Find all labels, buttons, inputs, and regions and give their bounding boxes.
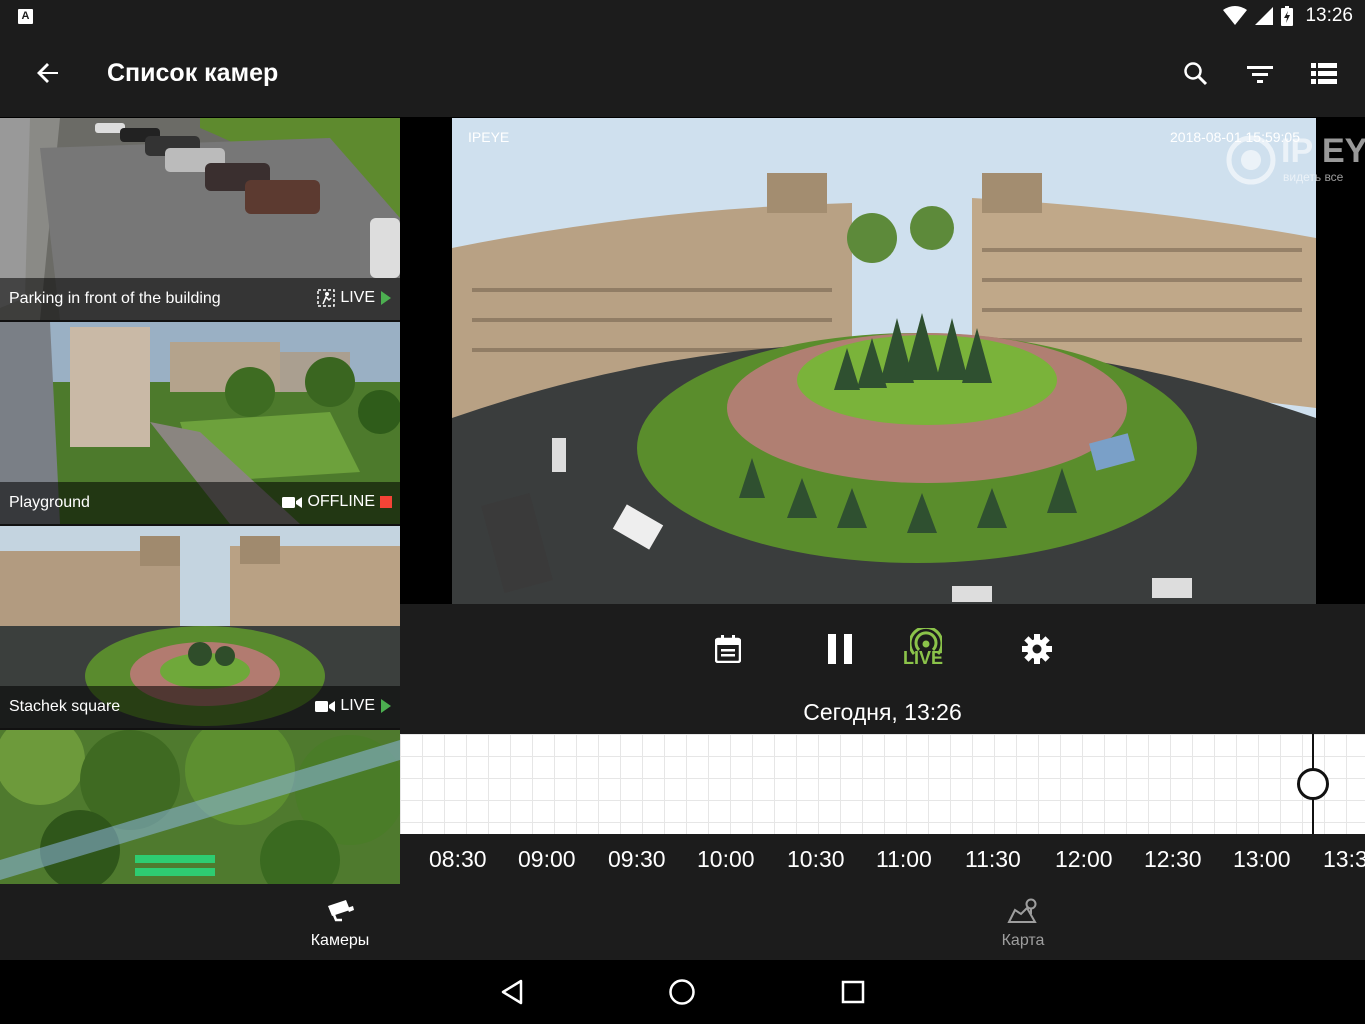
video-stream: [452, 118, 1316, 604]
camera-item-playground[interactable]: Playground OFFLINE: [0, 322, 400, 524]
filter-icon: [1247, 66, 1273, 83]
timeline-tick: 10:30: [787, 846, 845, 872]
system-recents-button[interactable]: [835, 974, 871, 1010]
timeline-ticks[interactable]: 08:30 09:00 09:30 10:00 10:30 11:00 11:3…: [400, 834, 1365, 884]
camera-name: Stachek square: [9, 698, 121, 715]
nav-tab-cameras[interactable]: Камеры: [240, 884, 440, 960]
square-recents-icon: [841, 980, 865, 1004]
player-controls: LIVE Сегодня, 13:26: [400, 604, 1365, 734]
timeline-track[interactable]: [400, 734, 1365, 834]
cell-signal-icon: [1255, 7, 1274, 25]
list-view-icon: [1311, 63, 1337, 84]
video-player[interactable]: IPEYE 2018-08-01 15:59:05 IP EYE видеть …: [400, 118, 1365, 604]
timeline-tick: 08:30: [429, 846, 487, 872]
motion-icon: [317, 289, 336, 307]
timeline-tick: 12:30: [1144, 846, 1202, 872]
wifi-icon: [1223, 6, 1248, 25]
map-icon: [1007, 898, 1037, 923]
pause-button[interactable]: [815, 624, 865, 674]
app-bar-actions: [1177, 55, 1343, 93]
camera-thumbnail: [0, 730, 400, 884]
status-bar: A 13:26: [0, 0, 1365, 33]
calendar-icon: [715, 635, 741, 663]
arrow-back-icon: [37, 63, 58, 83]
pause-icon: [828, 634, 852, 664]
camera-caption: Parking in front of the building LIVE: [0, 278, 400, 320]
ipeye-logo-text: IP EYE: [1281, 132, 1365, 170]
page-title: Список камер: [107, 59, 279, 87]
system-back-button[interactable]: [494, 974, 530, 1010]
clock: 13:26: [1305, 5, 1353, 26]
circle-home-icon: [669, 979, 695, 1005]
timeline-tick: 09:00: [518, 846, 576, 872]
timeline-tick: 11:30: [965, 846, 1021, 872]
app-bar: Список камер: [0, 33, 1365, 117]
ipeye-logo-subtext: видеть все: [1283, 170, 1344, 184]
back-button[interactable]: [28, 53, 68, 93]
timeline-playhead-handle[interactable]: [1297, 768, 1329, 800]
triangle-back-icon: [501, 979, 523, 1005]
list-view-button[interactable]: [1305, 55, 1343, 93]
search-button[interactable]: [1177, 55, 1215, 93]
nav-tab-map[interactable]: Карта: [923, 884, 1123, 960]
camera-status-label: LIVE: [340, 289, 375, 306]
offline-indicator-icon: [380, 496, 392, 508]
app-notification-icon: A: [18, 9, 33, 24]
status-icons: 13:26: [1223, 5, 1353, 27]
video-frame[interactable]: IPEYE 2018-08-01 15:59:05: [452, 118, 1316, 604]
system-home-button[interactable]: [664, 974, 700, 1010]
timeline-tick: 10:00: [697, 846, 755, 872]
stream-label: IPEYE: [468, 129, 510, 145]
camera-caption: Stachek square LIVE: [0, 686, 400, 728]
ipeye-logo: IP EYE видеть все: [1225, 132, 1365, 188]
camera-item-forest[interactable]: [0, 730, 400, 884]
timeline-tick: 13:00: [1233, 846, 1291, 872]
timeline-tick: 09:30: [608, 846, 666, 872]
videocam-icon: [315, 700, 336, 712]
gear-icon: [1022, 634, 1052, 664]
timeline-tick: 11:00: [876, 846, 932, 872]
system-navigation-bar: [0, 960, 1365, 1024]
calendar-button[interactable]: [703, 624, 753, 674]
timeline-tick: 12:00: [1055, 846, 1113, 872]
nav-tab-label: Камеры: [310, 932, 370, 949]
cctv-camera-icon: [328, 900, 354, 922]
camera-status-label: LIVE: [340, 697, 375, 714]
camera-name: Parking in front of the building: [9, 290, 221, 307]
nav-tab-label: Карта: [1001, 932, 1045, 949]
settings-button[interactable]: [1012, 624, 1062, 674]
camera-list[interactable]: Parking in front of the building LIVE Pl…: [0, 118, 400, 884]
filter-button[interactable]: [1241, 55, 1279, 93]
videocam-icon: [282, 496, 303, 508]
camera-item-parking[interactable]: Parking in front of the building LIVE: [0, 118, 400, 320]
battery-charging-icon: [1281, 6, 1294, 26]
camera-name: Playground: [9, 494, 90, 511]
search-icon: [1184, 62, 1208, 86]
camera-status: LIVE: [317, 289, 392, 307]
camera-status: LIVE: [315, 697, 392, 715]
timeline-tick: 13:3: [1323, 846, 1365, 872]
live-indicator-icon: [381, 291, 391, 305]
bottom-navigation: Камеры Карта: [0, 884, 1365, 960]
camera-caption: Playground OFFLINE: [0, 482, 400, 524]
camera-status: OFFLINE: [282, 493, 392, 511]
live-label[interactable]: LIVE: [903, 648, 943, 669]
live-indicator-icon: [381, 699, 391, 713]
camera-item-stachek-square[interactable]: Stachek square LIVE: [0, 526, 400, 728]
camera-status-label: OFFLINE: [307, 493, 375, 510]
current-date-label: Сегодня, 13:26: [803, 699, 962, 725]
